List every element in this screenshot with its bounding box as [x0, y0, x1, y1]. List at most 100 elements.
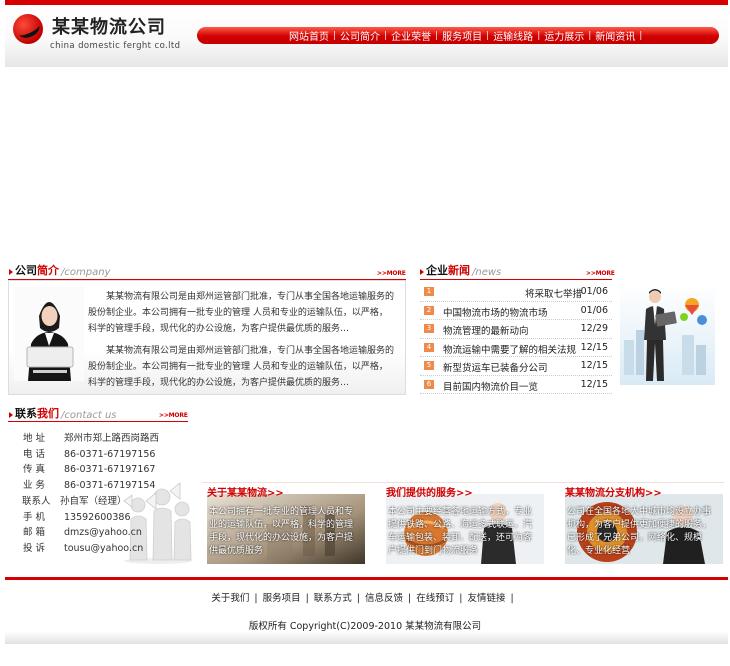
contact-row: 邮 箱 dmzs@yahoo.cn: [23, 525, 159, 541]
nav-home[interactable]: 网站首页: [289, 28, 329, 43]
intro-heading-text: 公司: [15, 264, 37, 277]
intro-woman-photo: [14, 286, 84, 381]
news-number-badge: 6: [424, 379, 434, 389]
news-item[interactable]: 5 新型货运车已装备分公司 12/15: [420, 357, 612, 376]
contact-value: 86-0371-67197167: [64, 464, 156, 476]
businessman-illustration: [620, 285, 715, 385]
news-date: 12/15: [580, 341, 608, 353]
contact-label: 传 真: [23, 464, 46, 476]
footer-separator: |: [254, 593, 258, 604]
footer-link-booking[interactable]: 在线预订: [416, 593, 454, 604]
contact-row: 传 真 86-0371-67197167: [23, 462, 159, 478]
contact-value: 86-0371-67197154: [64, 480, 156, 492]
nav-capacity[interactable]: 运力展示: [544, 28, 584, 43]
contact-heading-accent: 我们: [37, 407, 59, 420]
nav-separator: |: [639, 30, 643, 41]
news-list: 1 将采取七举措 01/06 2 中国物流市场的物流市场 01/06 3 物流管理的最新动…: [420, 283, 612, 394]
news-date: 12/15: [580, 360, 608, 371]
news-more-link[interactable]: >>MORE: [586, 270, 615, 277]
news-date: 12/15: [580, 378, 608, 390]
nav-news[interactable]: 新闻资讯: [595, 28, 635, 43]
contact-label: 手 机: [23, 511, 46, 523]
contact-row: 手 机 13592600386: [23, 510, 159, 526]
intro-text: 某某物流有限公司是由郑州运管部门批准，专门从事全国各地运输服务的股份制企业。本公…: [88, 289, 395, 397]
footer-separator: |: [408, 593, 412, 604]
news-heading-text: 企业: [426, 264, 448, 277]
nav-honor[interactable]: 企业荣誉: [391, 28, 431, 43]
logo-subtitle: china domestic ferght co.ltd: [50, 41, 181, 51]
contact-value email-link[interactable]: dmzs@yahoo.cn: [64, 527, 142, 538]
intro-paragraph: 某某物流有限公司是由郑州运管部门批准，专门从事全国各地运输服务的股份制企业。本公…: [88, 346, 395, 388]
intro-heading-accent: 简介: [37, 264, 59, 277]
nav-separator: |: [588, 30, 592, 41]
contact-row: 联系人 孙自军（经理）: [22, 494, 159, 510]
news-item[interactable]: 6 目前国内物流价目一览 12/15: [420, 376, 612, 394]
news-title[interactable]: 将采取七举措: [525, 286, 582, 300]
panel-about-text: 本公司拥有一批专业的管理人员和专业的运输队伍，以严格，科学的管理手段，现代化的办…: [209, 507, 354, 556]
news-item[interactable]: 3 物流管理的最新动向 12/29: [420, 320, 612, 339]
panel-about-title[interactable]: 关于某某物流>>: [207, 484, 284, 499]
panel-branches-title[interactable]: 某某物流分支机构>>: [565, 484, 662, 499]
contact-label: 地 址: [23, 433, 46, 444]
contact-value: 郑州市郑上路西岗路西: [64, 433, 160, 444]
news-item[interactable]: 1 将采取七举措 01/06: [420, 283, 612, 302]
panel-services-title[interactable]: 我们提供的服务>>: [386, 484, 473, 499]
panels-top-line: [202, 482, 724, 483]
contact-more-link[interactable]: >>MORE: [159, 412, 188, 419]
contact-heading-text: 联系: [15, 407, 37, 420]
news-title[interactable]: 中国物流市场的物流市场: [443, 305, 548, 319]
contact-divider: [8, 421, 188, 422]
footer-separator: |: [305, 593, 309, 604]
heading-arrow-icon: [420, 269, 424, 275]
contact-row: 业 务 86-0371-67197154: [23, 478, 159, 494]
panel-branches[interactable]: 某某物流分支机构>> 公司在全国各地大中城市均设立办事机构，为客户提供更加便捷的…: [560, 484, 723, 564]
footer-link-services[interactable]: 服务项目: [263, 593, 301, 604]
news-date: 12/29: [580, 323, 608, 334]
nav-separator: |: [537, 30, 541, 41]
nav-separator: |: [486, 30, 490, 41]
panel-services[interactable]: 我们提供的服务>> 本公司主要经营各地运输方式，专业提供铁路、公路、海运多式联运…: [381, 484, 544, 564]
footer-bar: [5, 631, 728, 644]
contact-value: 86-0371-67197156: [64, 448, 156, 460]
news-title[interactable]: 新型货运车已装备分公司: [443, 360, 548, 374]
intro-heading-en: /company: [61, 267, 111, 278]
contact-row: 地 址 郑州市郑上路西岗路西: [23, 431, 159, 447]
contact-heading: 联系 我们/contact us: [9, 407, 117, 421]
footer-link-about[interactable]: 关于我们: [211, 593, 249, 604]
logo-icon[interactable]: [13, 14, 43, 44]
contact-label: 电 话: [23, 448, 46, 460]
nav-services[interactable]: 服务项目: [442, 28, 482, 43]
footer-link-contact[interactable]: 联系方式: [314, 593, 352, 604]
news-number-badge: 3: [424, 324, 434, 333]
contact-label: 业 务: [23, 480, 46, 492]
news-title[interactable]: 目前国内物流价目一览: [443, 379, 538, 393]
nav-about[interactable]: 公司简介: [340, 28, 380, 43]
news-date: 01/06: [580, 304, 608, 316]
news-heading-en: /news: [472, 267, 502, 278]
news-title[interactable]: 物流运输中需要了解的相关法规: [443, 342, 576, 356]
news-item[interactable]: 2 中国物流市场的物流市场 01/06: [420, 302, 612, 320]
news-item[interactable]: 4 物流运输中需要了解的相关法规 12/15: [420, 339, 612, 357]
news-date: 01/06: [580, 286, 608, 297]
contact-row: 电 话 86-0371-67197156: [23, 447, 159, 463]
panel-about[interactable]: 关于某某物流>> 本公司拥有一批专业的管理人员和专业的运输队伍，以严格，科学的管…: [202, 484, 365, 564]
news-number-badge: 1: [424, 287, 434, 296]
logo-title[interactable]: 某某物流公司: [52, 13, 166, 39]
contact-heading-en: /contact us: [61, 410, 117, 421]
contact-value email-link[interactable]: tousu@yahoo.cn: [64, 543, 143, 554]
footer-red-line: [5, 577, 728, 580]
contact-list: 地 址 郑州市郑上路西岗路西 电 话 86-0371-67197156 传 真 86-…: [22, 431, 159, 557]
news-divider: [420, 279, 612, 280]
main-nav: 网站首页 | 公司简介 | 企业荣誉 | 服务项目 | 运输线路 | 运力展示 | 新闻资讯…: [197, 27, 719, 44]
footer-separator: |: [459, 593, 463, 604]
heading-arrow-icon: [9, 269, 13, 275]
nav-separator: |: [384, 30, 388, 41]
news-number-badge: 5: [424, 361, 434, 370]
contact-label: 邮 箱: [23, 527, 46, 539]
footer-link-feedback[interactable]: 信息反馈: [365, 593, 403, 604]
news-title[interactable]: 物流管理的最新动向: [443, 323, 529, 337]
nav-routes[interactable]: 运输线路: [493, 28, 533, 43]
footer-link-friends[interactable]: 友情链接: [467, 593, 505, 604]
intro-more-link[interactable]: >>MORE: [377, 270, 406, 277]
contact-row: 投 诉 tousu@yahoo.cn: [23, 541, 159, 557]
